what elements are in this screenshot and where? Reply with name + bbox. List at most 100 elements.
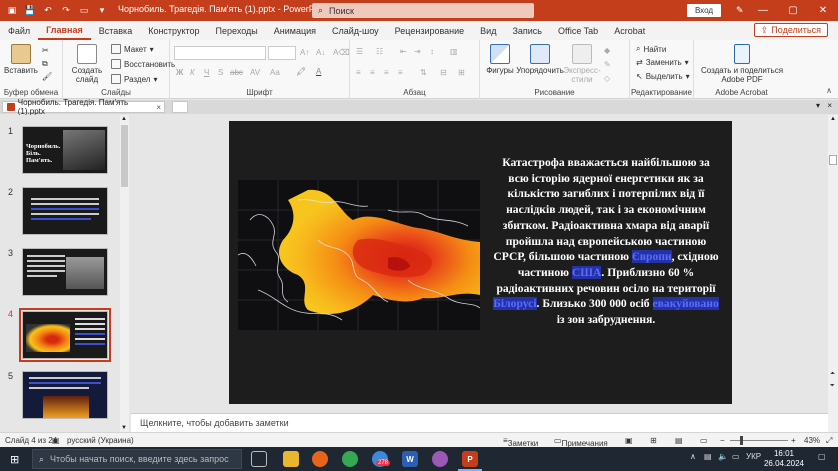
shrink-font-icon[interactable]: A↓ xyxy=(316,48,325,57)
slide-scrollbar[interactable]: ▲ ⏶ ⏷ xyxy=(828,115,838,432)
tab-6[interactable]: Слайд-шоу xyxy=(324,21,387,40)
chrome-icon[interactable] xyxy=(342,451,358,467)
zoom-in-icon[interactable]: + xyxy=(791,436,796,445)
slide-scroll-thumb[interactable] xyxy=(829,155,837,165)
decrease-indent-icon[interactable]: ⇤ xyxy=(400,47,407,56)
viber-icon[interactable] xyxy=(432,451,448,467)
notes-pane[interactable]: Щелкните, чтобы добавить заметки xyxy=(131,413,828,432)
slide-thumbnail-2[interactable] xyxy=(22,187,108,235)
slideshow-icon[interactable]: ▭ xyxy=(78,5,90,17)
columns-icon[interactable]: ▥ xyxy=(450,47,458,56)
close-tab-icon[interactable]: × xyxy=(156,103,161,112)
zoom-level[interactable]: 43% xyxy=(804,436,820,445)
thumbnails-scroll-thumb[interactable] xyxy=(121,125,128,187)
share-button[interactable]: ⇪ Поделиться xyxy=(753,23,828,37)
search-box[interactable]: ⌕ Поиск xyxy=(312,3,534,18)
tab-1[interactable]: Главная xyxy=(38,21,91,40)
link-belarus[interactable]: Білорусі xyxy=(493,297,537,311)
notifications-icon[interactable]: ▢ xyxy=(818,452,826,461)
tab-4[interactable]: Переходы xyxy=(208,21,266,40)
bold-button[interactable]: Ж xyxy=(176,68,183,77)
numbering-icon[interactable]: ☷ xyxy=(376,47,383,56)
pen-icon[interactable]: ✎ xyxy=(736,5,744,16)
align-right-icon[interactable]: ≡ xyxy=(384,68,389,77)
reset-button[interactable]: Восстановить xyxy=(111,59,175,69)
new-tab-button[interactable] xyxy=(172,101,188,113)
language-indicator[interactable]: русский (Украина) xyxy=(67,436,134,445)
login-button[interactable]: Вход xyxy=(687,4,721,17)
network-icon[interactable]: ▤ xyxy=(704,452,712,461)
prev-slide-icon[interactable]: ⏶ xyxy=(830,371,835,378)
arrange-button[interactable]: Упорядочить xyxy=(516,44,564,75)
slide-thumbnail-1[interactable]: Чорнобиль. Біль. Пам'ять. xyxy=(22,126,108,174)
accessibility-icon[interactable]: ▣ xyxy=(52,436,60,445)
notes-toggle[interactable]: ≡ Заметки xyxy=(503,436,538,448)
tab-10[interactable]: Office Tab xyxy=(550,21,606,40)
tab-9[interactable]: Запись xyxy=(504,21,550,40)
scroll-down-icon[interactable]: ▼ xyxy=(121,425,127,431)
save-icon[interactable]: 💾 xyxy=(24,5,36,17)
find-button[interactable]: ⌕ Найти xyxy=(636,44,666,54)
font-size-dropdown[interactable] xyxy=(268,46,296,60)
autosave-icon[interactable]: ▣ xyxy=(6,5,18,17)
slide-4[interactable]: Катастрофа вважається найбільшою за всю … xyxy=(229,121,732,404)
slide-body-text[interactable]: Катастрофа вважається найбільшою за всю … xyxy=(491,155,721,328)
create-pdf-button[interactable]: Создать и поделиться Adobe PDF xyxy=(700,44,784,84)
section-button[interactable]: Раздел ▾ xyxy=(111,74,157,84)
tab-list-icon[interactable]: ▾ xyxy=(816,101,820,110)
slide-thumbnail-3[interactable] xyxy=(22,248,108,296)
slide-sorter-icon[interactable]: ⊞ xyxy=(650,436,657,445)
char-spacing-button[interactable]: AV xyxy=(250,68,260,77)
tab-0[interactable]: Файл xyxy=(0,21,38,40)
battery-icon[interactable]: ▭ xyxy=(732,452,740,461)
customize-qat-icon[interactable]: ▾ xyxy=(96,5,108,17)
reading-view-icon[interactable]: ▤ xyxy=(675,436,683,445)
line-spacing-icon[interactable]: ↕ xyxy=(430,47,434,56)
shape-fill-icon[interactable]: ◆ xyxy=(604,46,610,55)
align-text-icon[interactable]: ⊟ xyxy=(440,68,447,77)
close-icon[interactable]: ✕ xyxy=(808,0,838,21)
font-name-dropdown[interactable] xyxy=(174,46,266,60)
tab-8[interactable]: Вид xyxy=(472,21,504,40)
zoom-slider[interactable] xyxy=(730,436,788,445)
format-painter-icon[interactable]: 🖌 xyxy=(42,72,52,81)
align-center-icon[interactable]: ≡ xyxy=(370,68,375,77)
normal-view-icon[interactable]: ▣ xyxy=(625,436,633,445)
replace-button[interactable]: ⇄ Заменить ▾ xyxy=(636,58,689,67)
tab-2[interactable]: Вставка xyxy=(91,21,140,40)
file-explorer-icon[interactable] xyxy=(283,451,299,467)
fit-slide-icon[interactable]: ⤢ xyxy=(826,436,832,446)
link-europe[interactable]: Європи xyxy=(631,250,672,264)
comments-toggle[interactable]: ▭ Примечания xyxy=(554,436,608,448)
clock[interactable]: 16:01 26.04.2024 xyxy=(764,449,804,469)
tab-3[interactable]: Конструктор xyxy=(140,21,207,40)
clear-format-icon[interactable]: A⌫ xyxy=(333,48,350,57)
grow-font-icon[interactable]: A↑ xyxy=(300,48,309,57)
tab-close-all-icon[interactable]: × xyxy=(827,101,832,110)
taskbar-search[interactable]: ⌕ Чтобы начать поиск, введите здесь запр… xyxy=(32,449,242,469)
strikethrough-button[interactable]: abc xyxy=(230,68,243,77)
undo-icon[interactable]: ↶ xyxy=(42,5,54,17)
firefox-icon[interactable] xyxy=(312,451,328,467)
new-slide-button[interactable]: Создать слайд xyxy=(67,44,107,84)
powerpoint-icon[interactable]: P xyxy=(462,451,478,467)
font-color-icon[interactable]: A xyxy=(316,67,321,76)
increase-indent-icon[interactable]: ⇥ xyxy=(414,47,421,56)
justify-icon[interactable]: ≡ xyxy=(398,68,403,77)
zoom-out-icon[interactable]: − xyxy=(720,436,725,445)
collapse-ribbon-icon[interactable]: ∧ xyxy=(826,86,832,95)
shadow-button[interactable]: S xyxy=(218,68,223,77)
windows-start-icon[interactable]: ⊞ xyxy=(10,453,19,466)
smartart-icon[interactable]: ⊞ xyxy=(458,68,465,77)
text-direction-icon[interactable]: ⇅ xyxy=(420,68,427,77)
slide-thumbnail-5[interactable] xyxy=(22,371,108,419)
copy-icon[interactable]: ⧉ xyxy=(42,59,48,69)
quick-styles-button[interactable]: Экспресс-стили xyxy=(563,44,601,84)
maximize-icon[interactable]: ▢ xyxy=(778,0,808,21)
redo-icon[interactable]: ↷ xyxy=(60,5,72,17)
tab-5[interactable]: Анимация xyxy=(266,21,324,40)
slideshow-view-icon[interactable]: ▭ xyxy=(700,436,708,445)
minimize-icon[interactable]: — xyxy=(748,0,778,21)
tab-11[interactable]: Acrobat xyxy=(606,21,653,40)
keyboard-language[interactable]: УКР xyxy=(746,452,761,461)
